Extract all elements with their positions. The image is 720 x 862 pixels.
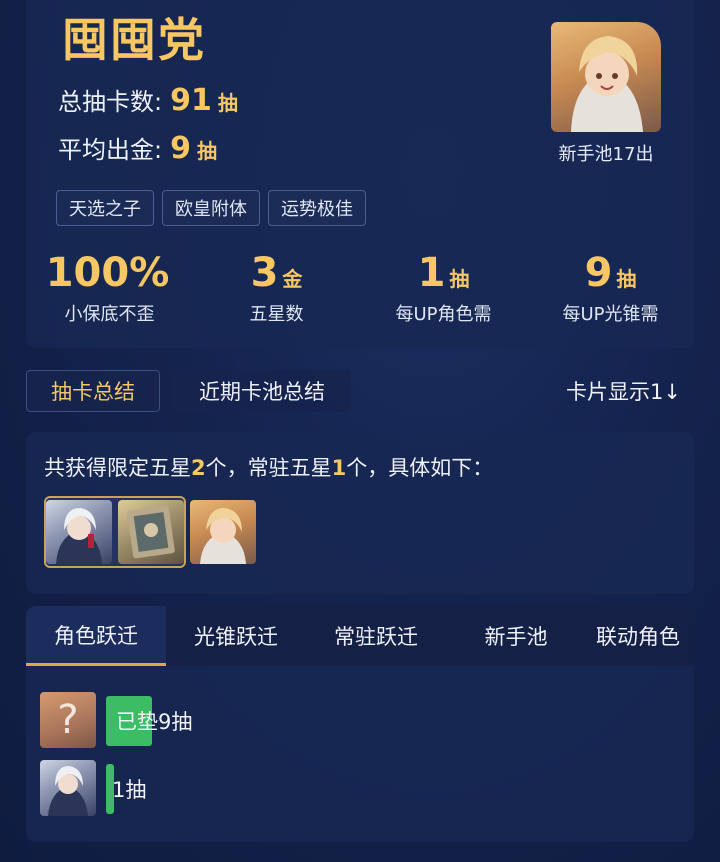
tab-character-warp[interactable]: 角色跃迁 xyxy=(26,606,166,666)
tag: 欧皇附体 xyxy=(162,190,260,226)
avg-gold-line: 平均出金: 9 抽 xyxy=(58,130,217,166)
pull-count-text: 已垫9抽 xyxy=(116,710,193,734)
stat-label: 每UP角色需 xyxy=(395,304,492,325)
stat-value: 3 xyxy=(250,250,279,296)
stat-unit: 抽 xyxy=(449,267,470,291)
character-avatar[interactable] xyxy=(551,22,661,132)
avatar-caption: 新手池17出 xyxy=(558,144,654,165)
five-star-thumbnail[interactable] xyxy=(46,500,112,564)
tag: 天选之子 xyxy=(56,190,154,226)
pool-tab-bar: 角色跃迁 光锥跃迁 常驻跃迁 新手池 联动角色 xyxy=(26,606,694,666)
character-portrait-icon xyxy=(48,766,88,816)
five-star-prefix: 共获得限定五星 xyxy=(44,456,191,480)
tab-collab-warp[interactable]: 联动角色 xyxy=(586,606,694,666)
stat-per-up-character: 1抽 每UP角色需 xyxy=(360,250,527,326)
stat-label: 五星数 xyxy=(249,304,304,325)
avg-gold-value: 9 xyxy=(170,131,191,166)
unknown-character-icon: ? xyxy=(40,692,96,748)
stat-value: 100% xyxy=(45,250,170,296)
five-star-panel: 共获得限定五星2个，常驻五星1个，具体如下： xyxy=(26,432,694,594)
tab-lightcone-warp[interactable]: 光锥跃迁 xyxy=(166,606,306,666)
total-pulls-label: 总抽卡数: xyxy=(58,88,163,116)
five-star-suffix: 个，具体如下： xyxy=(346,456,494,480)
five-star-summary: 共获得限定五星2个，常驻五星1个，具体如下： xyxy=(44,452,493,482)
stat-unit: 抽 xyxy=(616,267,637,291)
total-pulls-line: 总抽卡数: 91 抽 xyxy=(58,82,238,118)
stat-guarantee: 100% 小保底不歪 xyxy=(26,250,193,326)
tag-list: 天选之子 欧皇附体 运势极佳 xyxy=(56,190,366,226)
limited-count: 2 xyxy=(191,456,206,480)
stat-value: 9 xyxy=(584,250,613,296)
avg-gold-label: 平均出金: xyxy=(58,136,163,164)
stat-unit: 金 xyxy=(282,267,303,291)
character-portrait-icon xyxy=(571,36,643,132)
summary-card: 囤囤党 总抽卡数: 91 抽 平均出金: 9 抽 天选之子 欧皇附体 运势极佳 新手池1… xyxy=(26,0,694,348)
page-title: 囤囤党 xyxy=(62,13,206,67)
stat-grid: 100% 小保底不歪 3金 五星数 1抽 每UP角色需 9抽 每UP光锥需 xyxy=(26,250,694,326)
tag: 运势极佳 xyxy=(268,190,366,226)
stat-value: 1 xyxy=(417,250,446,296)
avg-gold-unit: 抽 xyxy=(196,139,217,163)
stat-label: 小保底不歪 xyxy=(64,304,155,325)
stat-per-up-lightcone: 9抽 每UP光锥需 xyxy=(527,250,694,326)
character-avatar xyxy=(40,760,96,816)
five-star-thumbnail[interactable] xyxy=(190,500,256,564)
total-pulls-value: 91 xyxy=(170,83,212,118)
character-portrait-icon xyxy=(56,508,102,564)
tab-recent-pools[interactable]: 近期卡池总结 xyxy=(173,370,351,412)
stat-label: 每UP光锥需 xyxy=(562,304,659,325)
total-pulls-unit: 抽 xyxy=(217,91,238,115)
five-star-middle: 个，常驻五星 xyxy=(205,456,332,480)
pool-history-panel: 角色跃迁 光锥跃迁 常驻跃迁 新手池 联动角色 ? 已垫9抽 1抽 xyxy=(26,606,694,842)
light-cone-icon xyxy=(127,505,175,559)
pull-count-text: 1抽 xyxy=(112,778,147,802)
stat-five-star-count: 3金 五星数 xyxy=(193,250,360,326)
tab-beginner-warp[interactable]: 新手池 xyxy=(446,606,586,666)
five-star-thumbnail[interactable] xyxy=(118,500,184,564)
character-portrait-icon xyxy=(200,508,246,564)
tab-standard-warp[interactable]: 常驻跃迁 xyxy=(306,606,446,666)
standard-count: 1 xyxy=(331,456,347,480)
card-display-toggle[interactable]: 卡片显示1↓ xyxy=(566,376,694,406)
tab-gacha-summary[interactable]: 抽卡总结 xyxy=(26,370,160,412)
